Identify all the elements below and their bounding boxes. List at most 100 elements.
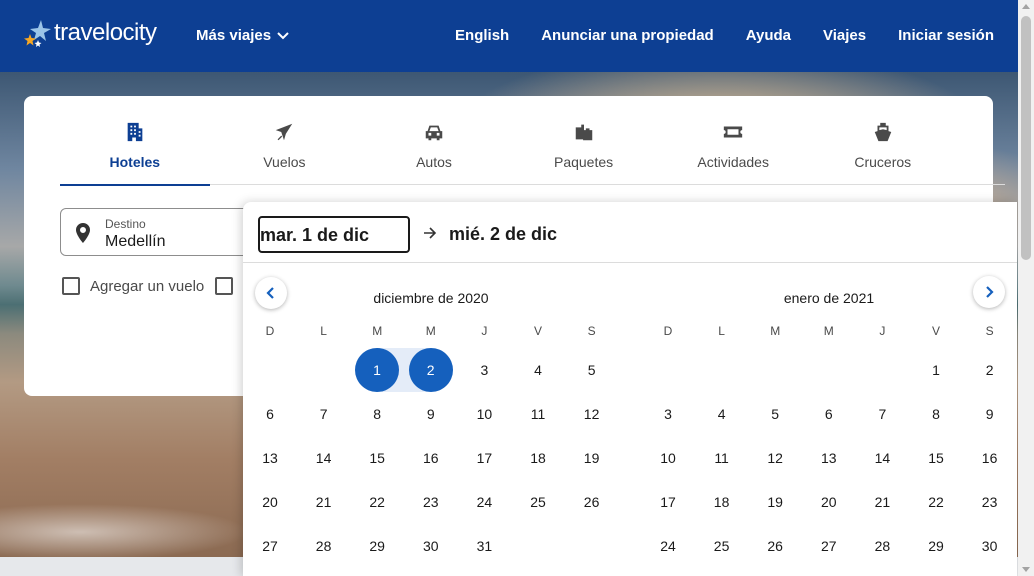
calendar-day[interactable]: 3 [641, 392, 695, 436]
selected-day[interactable]: 1 [355, 348, 399, 392]
calendar-day[interactable]: 16 [404, 436, 458, 480]
weekday-label: M [823, 324, 834, 338]
weekday-label: S [587, 324, 596, 338]
calendar-day[interactable]: 29 [350, 524, 404, 568]
trips-link[interactable]: Viajes [823, 27, 866, 44]
weekday-label: L [718, 324, 725, 338]
calendar-day[interactable]: 17 [457, 436, 511, 480]
calendar-day[interactable]: 13 [243, 436, 297, 480]
calendar-day[interactable]: 7 [855, 392, 909, 436]
calendar-day[interactable]: 23 [404, 480, 458, 524]
more-trips-menu[interactable]: Más viajes [196, 27, 289, 44]
calendar-day[interactable]: 12 [748, 436, 802, 480]
scroll-thumb[interactable] [1021, 16, 1031, 260]
calendar-day[interactable]: 14 [297, 436, 351, 480]
calendar-day[interactable]: 17 [641, 480, 695, 524]
calendar-day[interactable]: 14 [855, 436, 909, 480]
tab-cruises[interactable]: Cruceros [808, 96, 958, 185]
calendar-day[interactable]: 22 [909, 480, 963, 524]
calendar-day[interactable]: 5 [748, 392, 802, 436]
tab-cars[interactable]: Autos [359, 96, 509, 185]
weekday-label: D [663, 324, 673, 338]
calendar-day[interactable]: 9 [404, 392, 458, 436]
calendar-day[interactable]: 28 [855, 524, 909, 568]
calendar-day[interactable]: 13 [802, 436, 856, 480]
calendar-day[interactable]: 31 [457, 524, 511, 568]
calendar-day[interactable]: 20 [243, 480, 297, 524]
calendar-day[interactable]: 4 [511, 348, 565, 392]
checkbox-box[interactable] [215, 277, 233, 295]
calendar-day[interactable]: 24 [457, 480, 511, 524]
calendar-day[interactable]: 26 [748, 524, 802, 568]
weekday-label: S [985, 324, 994, 338]
calendar-day[interactable]: 11 [511, 392, 565, 436]
calendar-day[interactable]: 8 [350, 392, 404, 436]
check-in-date[interactable]: mar. 1 de dic [258, 216, 410, 253]
calendar-day[interactable]: 30 [404, 524, 458, 568]
check-out-date[interactable]: mié. 2 de dic [449, 224, 557, 245]
calendar-day[interactable]: 25 [695, 524, 749, 568]
chevron-down-icon [277, 31, 289, 39]
month-title: diciembre de 2020 [373, 290, 489, 306]
calendar-day[interactable]: 23 [963, 480, 1017, 524]
tab-activities[interactable]: Actividades [658, 96, 808, 185]
calendar-day[interactable]: 8 [909, 392, 963, 436]
arrow-right-icon [424, 227, 437, 239]
calendar-day[interactable]: 3 [457, 348, 511, 392]
calendar-day[interactable]: 21 [297, 480, 351, 524]
scroll-up-arrow[interactable] [1022, 4, 1030, 9]
weekday-label: M [770, 324, 781, 338]
calendar-day[interactable]: 20 [802, 480, 856, 524]
calendar-day[interactable]: 11 [695, 436, 749, 480]
more-trips-label: Más viajes [196, 27, 272, 44]
weekday-label: J [879, 324, 886, 338]
calendar-day[interactable]: 30 [963, 524, 1017, 568]
calendar-day[interactable]: 27 [243, 524, 297, 568]
calendar-day[interactable]: 19 [748, 480, 802, 524]
calendar-day[interactable]: 4 [695, 392, 749, 436]
calendar-day[interactable]: 25 [511, 480, 565, 524]
calendar-day[interactable]: 5 [565, 348, 619, 392]
calendar-day[interactable]: 29 [909, 524, 963, 568]
calendar-day[interactable]: 2 [963, 348, 1017, 392]
calendar-day[interactable]: 10 [457, 392, 511, 436]
calendar-day[interactable]: 27 [802, 524, 856, 568]
add-flight-label: Agregar un vuelo [90, 277, 205, 295]
calendar-day[interactable]: 1 [909, 348, 963, 392]
calendar-day[interactable]: 15 [350, 436, 404, 480]
selected-day[interactable]: 2 [408, 348, 453, 392]
calendar-day[interactable]: 18 [695, 480, 749, 524]
calendar-day[interactable]: 7 [297, 392, 351, 436]
tab-flights[interactable]: Vuelos [210, 96, 360, 185]
calendar-day[interactable]: 10 [641, 436, 695, 480]
calendar-day[interactable]: 21 [855, 480, 909, 524]
logo-text: travelocity [54, 19, 157, 46]
calendar-day[interactable]: 16 [963, 436, 1017, 480]
checkbox-box[interactable] [62, 277, 80, 295]
scroll-down-arrow[interactable] [1022, 567, 1030, 572]
calendar-day[interactable]: 24 [641, 524, 695, 568]
calendar-day[interactable]: 18 [511, 436, 565, 480]
calendar-day[interactable]: 15 [909, 436, 963, 480]
calendar-day[interactable]: 19 [565, 436, 619, 480]
top-navigation-bar: travelocity Más viajes English Anunciar … [0, 0, 1018, 72]
help-link[interactable]: Ayuda [746, 27, 791, 44]
weekday-label: L [320, 324, 327, 338]
travelocity-logo[interactable]: travelocity [24, 18, 157, 48]
location-pin-icon [76, 223, 90, 243]
tab-label: Paquetes [553, 154, 614, 170]
calendar-day[interactable]: 22 [350, 480, 404, 524]
calendar-day[interactable]: 28 [297, 524, 351, 568]
tab-packages[interactable]: Paquetes [509, 96, 659, 185]
calendar-day[interactable]: 12 [565, 392, 619, 436]
calendar-day[interactable]: 26 [565, 480, 619, 524]
calendar-day[interactable]: 6 [243, 392, 297, 436]
list-property-link[interactable]: Anunciar una propiedad [541, 27, 714, 44]
calendar-day[interactable]: 6 [802, 392, 856, 436]
page-scrollbar[interactable] [1018, 0, 1034, 576]
tab-hotels[interactable]: Hoteles [60, 96, 210, 186]
sign-in-link[interactable]: Iniciar sesión [898, 27, 994, 44]
language-link[interactable]: English [455, 27, 509, 44]
add-flight-checkbox[interactable]: Agregar un vuelo [62, 277, 204, 295]
calendar-day[interactable]: 9 [963, 392, 1017, 436]
